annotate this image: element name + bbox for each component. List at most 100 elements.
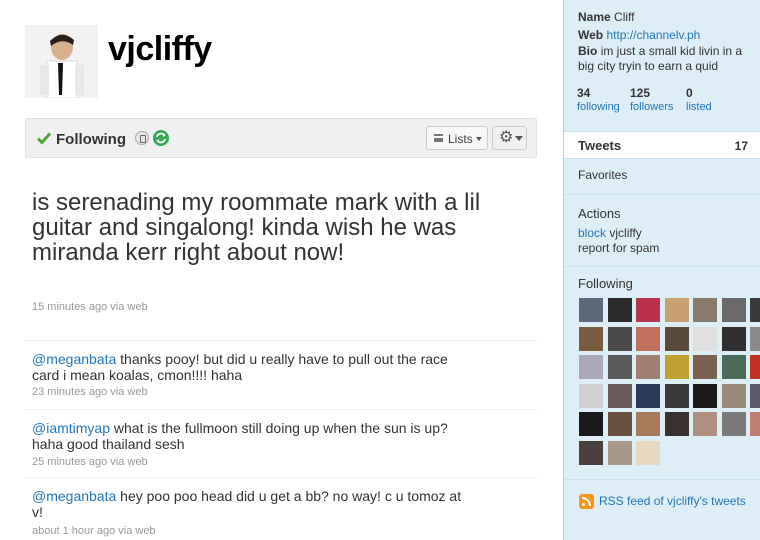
following-avatar[interactable]	[750, 355, 760, 379]
retweet-arrows-icon	[156, 132, 166, 144]
rss-icon[interactable]	[579, 494, 594, 509]
following-avatar[interactable]	[721, 326, 746, 351]
name-value: Cliff	[614, 10, 635, 24]
mention-link[interactable]: @iamtimyap	[32, 420, 110, 436]
via-label: via	[110, 386, 125, 398]
mention-link[interactable]: @meganbata	[32, 488, 116, 504]
following-avatar[interactable]	[721, 383, 746, 408]
following-avatar[interactable]	[693, 412, 717, 436]
lists-label: Lists	[448, 132, 473, 146]
profile-sidebar: Name Cliff Web http://channelv.ph Bio im…	[563, 0, 760, 540]
block-row: block vjcliffy	[578, 226, 642, 240]
profile-screen-name: vjcliffy	[108, 30, 212, 68]
via-label: via	[118, 525, 133, 537]
following-avatar[interactable]	[579, 440, 603, 465]
following-avatar[interactable]	[664, 355, 689, 379]
following-avatar[interactable]	[607, 355, 632, 379]
following-avatar[interactable]	[693, 355, 717, 379]
following-avatar[interactable]	[664, 326, 689, 351]
actions-heading: Actions	[578, 206, 621, 221]
following-avatar[interactable]	[636, 412, 660, 436]
following-avatar[interactable]	[750, 383, 760, 408]
divider	[564, 479, 760, 480]
following-avatar[interactable]	[579, 383, 603, 408]
tweet-source-link[interactable]: web	[127, 301, 147, 313]
following-avatar[interactable]	[607, 326, 632, 351]
following-avatar[interactable]	[750, 326, 760, 351]
tweet-timestamp-link[interactable]: 23 minutes ago	[32, 386, 107, 398]
tweets-tab[interactable]: Tweets 17	[564, 131, 760, 159]
following-avatar[interactable]	[607, 412, 632, 436]
timeline-tweet: @meganbata hey poo poo head did u get a …	[25, 477, 537, 540]
tweet-meta: 25 minutes ago via web	[32, 456, 148, 468]
lists-dropdown-button[interactable]: Lists	[426, 126, 488, 150]
followers-stat-label: followers	[630, 101, 674, 113]
following-avatar[interactable]	[693, 326, 717, 351]
bio-label: Bio	[578, 44, 598, 58]
list-icon	[434, 134, 443, 142]
following-avatar[interactable]	[664, 298, 689, 322]
rss-feed-link[interactable]: RSS feed of vjcliffy's tweets	[599, 494, 746, 508]
retweets-toggle-icon[interactable]	[153, 130, 169, 146]
following-avatar[interactable]	[664, 383, 689, 408]
web-label: Web	[578, 28, 604, 42]
timeline-tweet: @meganbata thanks pooy! but did u really…	[25, 340, 537, 406]
via-label: via	[110, 301, 125, 313]
following-avatar[interactable]	[721, 298, 746, 322]
profile-avatar[interactable]	[25, 25, 98, 98]
tweet-text: @meganbata hey poo poo head did u get a …	[32, 488, 472, 520]
following-status-label[interactable]: Following	[56, 131, 126, 148]
web-link[interactable]: http://channelv.ph	[606, 28, 700, 42]
tweet-source-link[interactable]: web	[127, 386, 147, 398]
following-avatar[interactable]	[607, 440, 632, 465]
block-username: vjcliffy	[609, 226, 642, 240]
profile-web-row: Web http://channelv.ph	[578, 28, 700, 42]
following-avatar[interactable]	[636, 298, 660, 322]
checkmark-icon	[36, 132, 52, 145]
block-link[interactable]: block	[578, 226, 606, 240]
following-avatar[interactable]	[579, 412, 603, 436]
following-avatar[interactable]	[579, 355, 603, 379]
latest-tweet-text: is serenading my roommate mark with a li…	[32, 189, 481, 266]
listed-stat-label: listed	[686, 101, 712, 113]
gear-icon: ⚙	[499, 129, 514, 146]
favorites-link[interactable]: Favorites	[578, 168, 627, 182]
following-avatar[interactable]	[607, 383, 632, 408]
following-stat[interactable]: 34 following	[577, 86, 620, 113]
following-avatar[interactable]	[693, 383, 717, 408]
tweet-text: @iamtimyap what is the fullmoon still do…	[32, 420, 472, 452]
following-avatar[interactable]	[721, 412, 746, 436]
timeline-tweet: @iamtimyap what is the fullmoon still do…	[25, 409, 537, 477]
actions-menu-button[interactable]: ⚙	[492, 126, 527, 150]
following-avatar[interactable]	[579, 298, 603, 322]
device-updates-icon[interactable]	[135, 131, 149, 145]
following-avatar[interactable]	[636, 383, 660, 408]
following-stat-label: following	[577, 101, 620, 113]
following-avatar[interactable]	[607, 298, 632, 322]
tweet-source-link[interactable]: web	[135, 525, 155, 537]
following-avatar[interactable]	[750, 298, 760, 322]
via-label: via	[110, 456, 125, 468]
chevron-down-icon	[476, 137, 482, 141]
following-avatar[interactable]	[579, 326, 603, 351]
following-avatar[interactable]	[693, 298, 717, 322]
following-avatar[interactable]	[636, 440, 660, 465]
tweet-timestamp-link[interactable]: about 1 hour ago	[32, 525, 115, 537]
listed-stat[interactable]: 0 listed	[686, 86, 712, 113]
following-avatar[interactable]	[750, 412, 760, 436]
report-spam-link[interactable]: report for spam	[578, 241, 659, 255]
following-avatar[interactable]	[636, 326, 660, 351]
mention-link[interactable]: @meganbata	[32, 351, 116, 367]
followers-count: 125	[630, 86, 651, 100]
main-column: vjcliffy Following Lists ⚙ is serenading…	[0, 0, 562, 540]
profile-name-row: Name Cliff	[578, 10, 634, 24]
following-heading: Following	[578, 276, 633, 291]
tweet-timestamp-link[interactable]: 15 minutes ago	[32, 301, 107, 313]
followers-stat[interactable]: 125 followers	[630, 86, 673, 113]
tweet-source-link[interactable]: web	[127, 456, 147, 468]
following-avatar[interactable]	[721, 355, 746, 379]
following-avatar[interactable]	[636, 355, 660, 379]
tweet-timestamp-link[interactable]: 25 minutes ago	[32, 456, 107, 468]
divider	[564, 266, 760, 267]
following-avatar[interactable]	[664, 412, 689, 436]
